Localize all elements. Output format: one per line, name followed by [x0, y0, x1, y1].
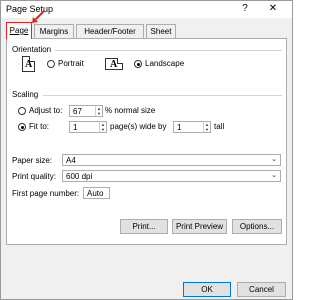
landscape-label: Landscape [145, 59, 185, 68]
chevron-down-icon[interactable]: ⌄ [269, 155, 279, 165]
pages-wide-label: page(s) wide by [110, 122, 167, 131]
spinner-arrows-icon[interactable]: ▲ ▼ [203, 122, 210, 132]
print-preview-button-label: Print Preview [175, 222, 224, 231]
tall-label: tall [214, 122, 225, 131]
first-page-number-value: Auto [87, 189, 104, 198]
print-quality-label: Print quality: [12, 172, 57, 181]
portrait-radio[interactable] [47, 60, 55, 68]
ok-button[interactable]: OK [183, 282, 231, 297]
print-button[interactable]: Print... [120, 219, 168, 234]
page-setup-dialog: Page Setup ? ✕ Page Margins Header/Foote… [0, 0, 293, 300]
first-page-number-label: First page number: [12, 189, 80, 198]
adjust-to-label: Adjust to: [29, 106, 63, 115]
tab-page[interactable]: Page [6, 22, 32, 39]
pages-wide-value: 1 [73, 123, 78, 132]
fit-to-label: Fit to: [29, 122, 50, 131]
scaling-divider [43, 95, 282, 96]
pages-tall-spinner[interactable]: 1 ▲ ▼ [173, 121, 211, 133]
help-button[interactable]: ? [235, 2, 255, 16]
first-page-number-input[interactable]: Auto [83, 187, 110, 199]
tab-margins-label: Margins [39, 27, 69, 36]
landscape-page-icon: A [105, 58, 123, 70]
orientation-heading: Orientation [12, 45, 52, 54]
adjust-to-radio[interactable] [18, 107, 26, 115]
close-button[interactable]: ✕ [261, 2, 285, 16]
tab-header-footer[interactable]: Header/Footer [76, 24, 144, 38]
percent-normal-size-label: % normal size [105, 106, 156, 115]
print-quality-value: 600 dpi [66, 172, 93, 181]
orientation-divider [55, 50, 282, 51]
ok-button-label: OK [201, 285, 213, 294]
scaling-heading: Scaling [12, 90, 39, 99]
tab-page-label: Page [9, 26, 29, 35]
spinner-arrows-icon[interactable]: ▲ ▼ [95, 106, 102, 116]
print-quality-select[interactable]: 600 dpi ⌄ [62, 170, 281, 182]
spinner-arrows-icon[interactable]: ▲ ▼ [99, 122, 106, 132]
cancel-button-label: Cancel [249, 285, 274, 294]
landscape-radio[interactable] [134, 60, 142, 68]
chevron-down-icon[interactable]: ⌄ [269, 171, 279, 181]
fit-to-radio[interactable] [18, 123, 26, 131]
portrait-label: Portrait [58, 59, 84, 68]
print-preview-button[interactable]: Print Preview [172, 219, 227, 234]
tab-header-footer-label: Header/Footer [84, 27, 136, 36]
page-tab-panel: Orientation A Portrait A Landscape Scali… [6, 38, 287, 245]
tab-sheet-label: Sheet [150, 27, 172, 36]
paper-size-select[interactable]: A4 ⌄ [62, 154, 281, 166]
tab-margins[interactable]: Margins [34, 24, 74, 38]
pages-wide-spinner[interactable]: 1 ▲ ▼ [69, 121, 107, 133]
tab-sheet[interactable]: Sheet [146, 24, 176, 38]
paper-size-label: Paper size: [12, 156, 53, 165]
print-button-label: Print... [132, 222, 156, 231]
paper-size-value: A4 [66, 156, 76, 165]
portrait-page-icon: A [22, 56, 35, 72]
options-button-label: Options... [239, 222, 275, 231]
adjust-to-spinner[interactable]: 67 ▲ ▼ [69, 105, 103, 117]
pages-tall-value: 1 [177, 123, 182, 132]
options-button[interactable]: Options... [232, 219, 282, 234]
cancel-button[interactable]: Cancel [237, 282, 286, 297]
red-arrow-icon [32, 10, 45, 23]
adjust-to-value: 67 [73, 107, 82, 116]
